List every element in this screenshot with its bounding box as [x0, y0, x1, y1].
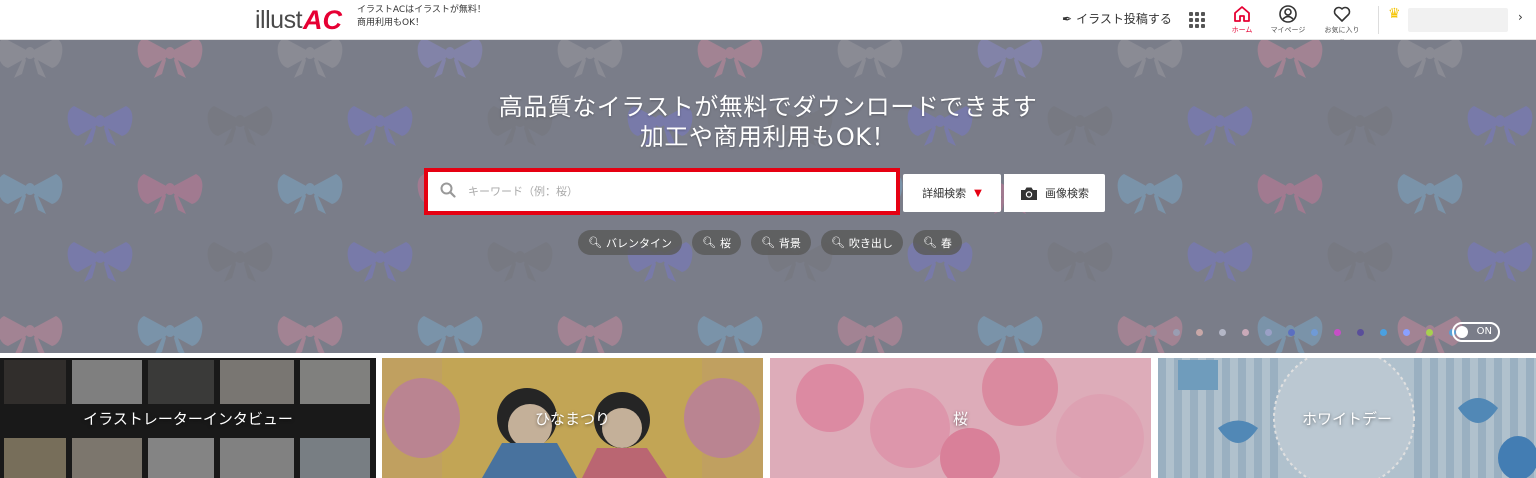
top-header: illust AC イラストACはイラストが無料！ 商用利用もOK！ ✒ イラス… [0, 0, 1536, 43]
hero-title-line-1: 高品質なイラストが無料でダウンロードできます [498, 93, 1038, 121]
nav-home-label: ホーム [1231, 26, 1253, 34]
feature-card-label: 桜 [952, 410, 968, 428]
app-grid-icon[interactable] [1189, 12, 1205, 28]
toggle-label: ON [1476, 326, 1492, 337]
header-divider [1378, 6, 1379, 34]
nav-favorites[interactable]: お気に入り ⌄ [1322, 4, 1362, 43]
feature-card-label: ホワイトデー [1301, 410, 1392, 428]
advanced-search-button[interactable]: 詳細検索 ▼ [903, 174, 1001, 212]
search-icon: 🔍︎ [760, 236, 775, 249]
logo-text: illust [255, 6, 303, 34]
tag-label: 背景 [778, 236, 801, 250]
chevron-right-icon[interactable]: › [1518, 10, 1523, 24]
color-dot[interactable] [1334, 329, 1341, 336]
heart-icon [1333, 6, 1351, 22]
feature-cards: イラストレーターインタビュー ひなまつり 桜 ホワイトデー [0, 358, 1536, 478]
tag-chip[interactable]: 🔍︎ 春 [912, 230, 962, 255]
tag-label: 桜 [719, 236, 731, 250]
search-icon: 🔍︎ [922, 236, 937, 249]
toggle-knob [1456, 326, 1468, 338]
post-illustration-label: イラスト投稿する [1076, 12, 1172, 26]
color-dot[interactable] [1196, 329, 1203, 336]
post-illustration-link[interactable]: ✒ イラスト投稿する [1062, 10, 1172, 27]
site-logo[interactable]: illust AC [255, 5, 342, 36]
search-box [424, 168, 900, 215]
camera-icon [1021, 187, 1037, 200]
image-search-button[interactable]: 画像検索 [1004, 174, 1105, 212]
tag-label: バレンタイン [605, 236, 672, 250]
background-color-selector [1150, 329, 1456, 336]
color-dot[interactable] [1265, 329, 1272, 336]
hero-banner: 高品質なイラストが無料でダウンロードできます 加工や商用利用もOK！ 詳細検索 … [0, 40, 1536, 353]
site-tagline: イラストACはイラストが無料！ 商用利用もOK！ [357, 4, 486, 30]
hero-title-line-2: 加工や商用利用もOK！ [639, 123, 897, 151]
tag-chip[interactable]: 🔍︎ バレンタイン [578, 230, 682, 255]
logo-accent: AC [303, 5, 343, 35]
color-dot[interactable] [1173, 329, 1180, 336]
popular-tags: 🔍︎ バレンタイン 🔍︎ 桜 🔍︎ 背景 🔍︎ 吹き出し 🔍︎ 春 [578, 230, 962, 255]
search-icon [440, 182, 456, 198]
image-search-label: 画像検索 [1045, 187, 1089, 200]
feature-card-hinamatsuri[interactable]: ひなまつり [382, 358, 763, 478]
tag-label: 春 [940, 236, 952, 250]
feature-card-interview[interactable]: イラストレーターインタビュー [0, 358, 376, 478]
color-dot[interactable] [1242, 329, 1249, 336]
feature-card-sakura[interactable]: 桜 [770, 358, 1151, 478]
crown-icon: ♛ [1388, 6, 1401, 22]
search-icon: 🔍︎ [588, 236, 602, 249]
nav-home[interactable]: ホーム [1222, 4, 1262, 35]
color-dot[interactable] [1288, 329, 1295, 336]
home-icon [1234, 6, 1250, 22]
user-icon [1279, 5, 1297, 23]
color-dot[interactable] [1426, 329, 1433, 336]
pen-icon: ✒ [1062, 11, 1073, 26]
color-dot[interactable] [1357, 329, 1364, 336]
caret-down-icon: ▼ [974, 187, 982, 199]
color-dot[interactable] [1380, 329, 1387, 336]
tag-label: 吹き出し [848, 236, 893, 250]
color-dot[interactable] [1219, 329, 1226, 336]
user-name-redacted[interactable] [1408, 8, 1508, 32]
advanced-search-label: 詳細検索 [922, 187, 967, 200]
color-dot[interactable] [1311, 329, 1318, 336]
search-icon: 🔍︎ [830, 236, 845, 249]
feature-card-whiteday[interactable]: ホワイトデー [1158, 358, 1536, 478]
feature-card-label: ひなまつり [534, 410, 610, 428]
hero-title: 高品質なイラストが無料でダウンロードできます 加工や商用利用もOK！ [0, 92, 1536, 152]
color-dot[interactable] [1403, 329, 1410, 336]
color-dot[interactable] [1150, 329, 1157, 336]
keyword-search-input[interactable] [468, 180, 888, 202]
tag-chip[interactable]: 🔍︎ 背景 [750, 230, 811, 255]
nav-mypage-label: マイページ [1270, 26, 1306, 34]
tag-chip[interactable]: 🔍︎ 桜 [691, 230, 741, 255]
tagline-line-2: 商用利用もOK！ [357, 18, 424, 28]
tag-chip[interactable]: 🔍︎ 吹き出し [820, 230, 903, 255]
feature-card-label: イラストレーターインタビュー [83, 410, 293, 428]
nav-mypage[interactable]: マイページ [1268, 4, 1308, 35]
background-toggle[interactable]: ON [1452, 322, 1500, 342]
search-icon: 🔍︎ [701, 236, 716, 249]
tagline-line-1: イラストACはイラストが無料！ [357, 5, 486, 15]
